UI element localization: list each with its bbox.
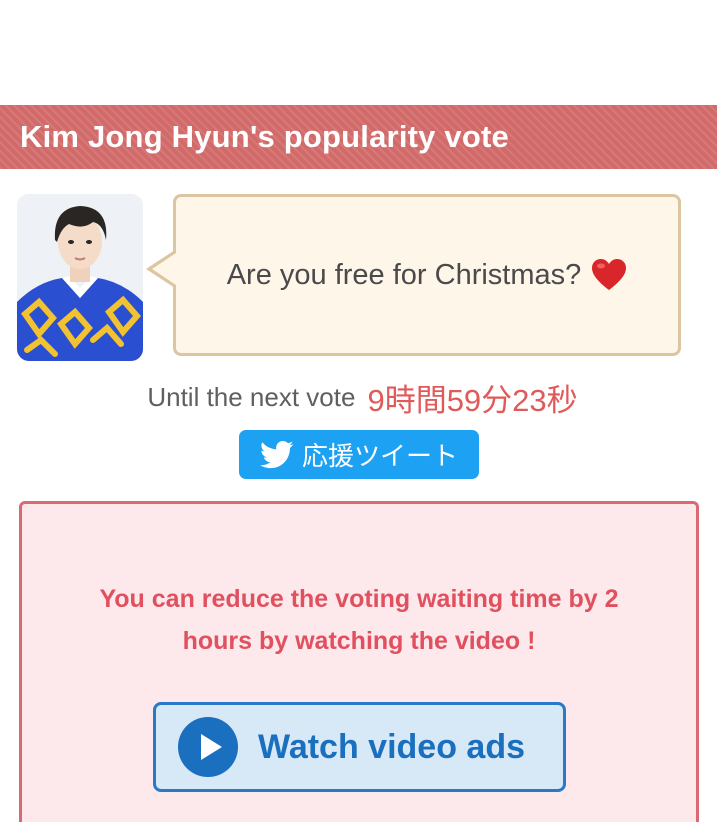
header-bar: Kim Jong Hyun's popularity vote bbox=[0, 105, 717, 169]
speech-bubble: Are you free for Christmas? bbox=[173, 194, 681, 356]
support-tweet-label: 応援ツイート bbox=[301, 441, 458, 471]
watch-video-ads-label: Watch video ads bbox=[258, 727, 526, 766]
timer-label: Until the next vote bbox=[147, 381, 356, 412]
vote-page: Kim Jong Hyun's popularity vote Are you … bbox=[0, 0, 717, 822]
message-line: Are you free for Christmas? bbox=[227, 258, 628, 292]
video-ad-panel: You can reduce the voting waiting time b… bbox=[19, 501, 699, 822]
support-tweet-button[interactable]: 応援ツイート bbox=[239, 430, 479, 479]
watch-video-ads-button[interactable]: Watch video ads bbox=[153, 702, 566, 792]
speech-bubble-tail-fill bbox=[152, 253, 176, 285]
avatar bbox=[17, 194, 143, 361]
page-title: Kim Jong Hyun's popularity vote bbox=[20, 119, 509, 154]
play-circle-icon bbox=[178, 717, 238, 777]
avatar-illustration bbox=[17, 194, 143, 361]
twitter-bird-icon bbox=[259, 440, 294, 468]
ad-description: You can reduce the voting waiting time b… bbox=[99, 585, 619, 655]
red-heart-icon bbox=[592, 259, 627, 290]
next-vote-timer: Until the next vote 9時間59分23秒 bbox=[0, 375, 717, 419]
timer-countdown: 9時間59分23秒 bbox=[367, 382, 578, 418]
message-text: Are you free for Christmas? bbox=[226, 258, 582, 291]
